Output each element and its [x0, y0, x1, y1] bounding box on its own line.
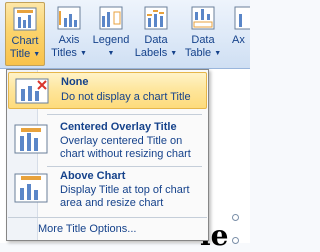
- legend-label: Legend: [92, 34, 130, 46]
- no-title-icon: [15, 78, 49, 104]
- selection-handle[interactable]: [232, 214, 239, 221]
- data-table-label-2: Table: [184, 47, 212, 59]
- more-title-options[interactable]: More Title Options...: [8, 220, 207, 238]
- menu-item-centered-overlay-title[interactable]: Centered Overlay Title Overlay centered …: [8, 118, 207, 164]
- chevron-down-icon: ▼: [80, 50, 87, 57]
- menu-separator: [8, 217, 207, 218]
- menu-item-none-desc: Do not display a chart Title: [61, 91, 191, 103]
- data-labels-label-2: Labels: [134, 47, 168, 59]
- data-labels-icon: [144, 6, 168, 30]
- centered-overlay-title-icon: [14, 124, 48, 154]
- menu-item-above-chart-desc-2: area and resize chart: [60, 197, 164, 209]
- axes-button[interactable]: Ax: [232, 2, 250, 66]
- chevron-down-icon: ▼: [170, 50, 178, 57]
- menu-separator: [47, 114, 202, 115]
- axes-label: Ax: [232, 34, 245, 46]
- chevron-down-icon: ▼: [107, 50, 115, 57]
- chart-title-icon: [13, 7, 37, 31]
- axis-titles-button[interactable]: Axis Titles ▼: [49, 2, 89, 66]
- data-labels-button[interactable]: Data Labels ▼: [134, 2, 178, 66]
- menu-item-centered-overlay-desc-1: Overlay centered Title on: [60, 135, 183, 147]
- chart-title-label-1: Chart: [11, 35, 39, 47]
- menu-item-centered-overlay-title-label: Centered Overlay Title: [60, 121, 177, 133]
- menu-item-above-chart-label: Above Chart: [60, 170, 126, 182]
- chart-title-menu: None Do not display a chart Title Center…: [6, 69, 209, 241]
- data-table-button[interactable]: Data Table ▼: [181, 2, 225, 66]
- more-title-options-label: More Title Options...: [38, 223, 137, 235]
- chart-title-button[interactable]: Chart Title ▼: [5, 2, 45, 66]
- chevron-down-icon: ▼: [214, 50, 222, 57]
- menu-item-above-chart[interactable]: Above Chart Display Title at top of char…: [8, 167, 207, 213]
- legend-icon: [99, 6, 123, 30]
- menu-item-none-title: None: [61, 76, 89, 88]
- menu-item-above-chart-desc-1: Display Title at top of chart: [60, 184, 190, 196]
- axis-titles-icon: [57, 6, 81, 30]
- chevron-down-icon: ▼: [33, 51, 41, 58]
- axes-icon: [234, 6, 250, 30]
- axis-titles-label-1: Axis: [58, 34, 80, 46]
- chart-title-label-2: Title: [9, 48, 31, 60]
- data-table-icon: [191, 6, 215, 30]
- ribbon: Chart Title ▼ Axis Titles ▼ Legend ▼ Dat…: [0, 0, 250, 69]
- menu-item-centered-overlay-desc-2: chart without resizing chart: [60, 148, 191, 160]
- legend-button[interactable]: Legend ▼: [89, 2, 133, 66]
- menu-item-none[interactable]: None Do not display a chart Title: [8, 72, 207, 109]
- above-chart-title-icon: [14, 173, 48, 203]
- axis-titles-label-2: Titles: [51, 47, 77, 59]
- data-table-label-1: Data: [191, 34, 215, 46]
- data-labels-label-1: Data: [144, 34, 168, 46]
